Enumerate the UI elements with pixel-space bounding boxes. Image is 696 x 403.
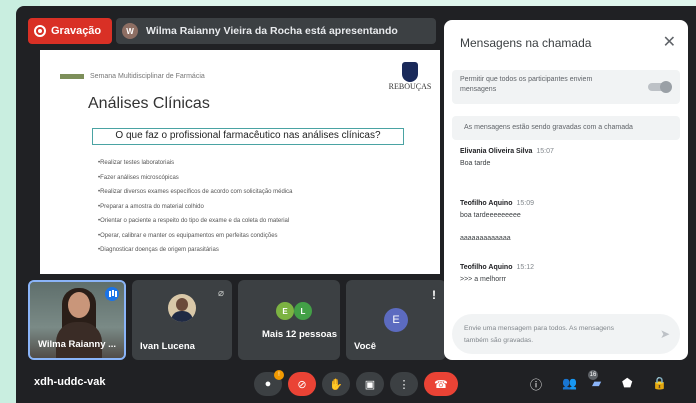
- message-text: aaaaaaaaaaaaa: [460, 235, 511, 242]
- chat-message: Teofilho Aquino 15:09 boa tardeeeeeeeee a…: [460, 200, 534, 242]
- participant-tile-more[interactable]: E L Mais 12 pessoas: [238, 280, 340, 360]
- message-text: Boa tarde: [460, 160, 491, 167]
- raise-hand-button[interactable]: ✋: [322, 372, 350, 396]
- control-bar: xdh-uddc-vak ● ! ⊘ ✋ ▣ ⋮ ☎ ⓘ 👥 16 ▰ ⬟ 🔒: [16, 364, 696, 403]
- message-author: Elivania Oliveira Silva: [460, 148, 533, 155]
- present-button[interactable]: ▣: [356, 372, 384, 396]
- slide-bullet: •Realizar testes laboratoriais: [98, 160, 175, 166]
- slide-title: Análises Clínicas: [88, 95, 210, 112]
- avatar: E: [276, 302, 294, 320]
- camera-off-button[interactable]: ⊘: [288, 372, 316, 396]
- participant-name: Wilma Raianny ...: [38, 339, 117, 350]
- message-author: Teofilho Aquino: [460, 264, 513, 271]
- slide-bullet-list: •Realizar testes laboratoriais •Fazer an…: [98, 156, 293, 258]
- message-time: 15:12: [516, 264, 535, 271]
- meeting-code: xdh-uddc-vak: [34, 376, 106, 388]
- participant-tile-ivan[interactable]: ⌀ Ivan Lucena: [132, 280, 232, 360]
- chat-message: Teofilho Aquino 15:12 >>> a melhorrr: [460, 264, 534, 283]
- presenter-banner: W Wilma Raianny Vieira da Rocha está apr…: [116, 18, 436, 44]
- slide-bullet: •Orientar o paciente a respeito do tipo …: [98, 218, 290, 224]
- presenter-text: Wilma Raianny Vieira da Rocha está apres…: [146, 25, 398, 37]
- slide-header-text: Semana Multidisciplinar de Farmácia: [90, 73, 205, 80]
- more-options-button[interactable]: ⋮: [390, 372, 418, 396]
- speaking-icon: [105, 287, 119, 301]
- slide-header: Semana Multidisciplinar de Farmácia: [60, 73, 205, 80]
- participant-tile-self[interactable]: E ! Você: [346, 280, 446, 360]
- message-text: boa tardeeeeeeeee: [460, 212, 521, 219]
- info-icon[interactable]: ⓘ: [530, 376, 542, 393]
- mic-button[interactable]: ● !: [254, 370, 284, 396]
- slide-bullet: •Realizar diversos exames específicos de…: [98, 189, 293, 195]
- participant-tile-wilma[interactable]: Wilma Raianny ...: [28, 280, 126, 360]
- presenter-avatar: W: [122, 23, 138, 39]
- message-input[interactable]: Envie uma mensagem para todos. As mensag…: [452, 314, 680, 354]
- mic-off-icon: ⌀: [217, 288, 224, 299]
- host-controls-icon[interactable]: 🔒: [652, 376, 667, 390]
- slide-question: O que faz o profissional farmacêutico na…: [92, 128, 404, 145]
- avatar: L: [294, 302, 312, 320]
- message-text: >>> a melhorrr: [460, 276, 507, 283]
- recording-indicator[interactable]: Gravação: [28, 18, 112, 44]
- message-input-placeholder: Envie uma mensagem para todos. As mensag…: [464, 325, 614, 344]
- alert-icon: !: [432, 288, 436, 302]
- chat-title: Mensagens na chamada: [460, 36, 592, 50]
- logo-text: REBOUÇAS: [388, 82, 432, 91]
- saved-notice: As mensagens estão sendo gravadas com a …: [452, 116, 680, 140]
- message-time: 15:09: [516, 200, 535, 207]
- present-icon: ▣: [364, 378, 376, 391]
- message-author: Teofilho Aquino: [460, 200, 513, 207]
- crest-icon: [402, 62, 418, 82]
- allow-messages-toggle[interactable]: [648, 81, 672, 93]
- slide-header-bar: [60, 74, 84, 79]
- slide-bullet: •Operar, calibrar e manter os equipament…: [98, 232, 278, 239]
- participant-name: Ivan Lucena: [140, 341, 195, 352]
- meet-window: Gravação W Wilma Raianny Vieira da Rocha…: [16, 6, 696, 403]
- chat-panel: Mensagens na chamada ✕ Permitir que todo…: [444, 20, 688, 360]
- recording-label: Gravação: [51, 25, 102, 37]
- slide-bullet: •Preparar a amostra do material colhido: [98, 203, 204, 210]
- chat-message: Elivania Oliveira Silva 15:07 Boa tarde: [460, 148, 554, 167]
- mic-icon: ●: [264, 378, 272, 390]
- participant-video-face: [68, 292, 90, 318]
- allow-messages-setting: Permitir que todos os participantes envi…: [452, 70, 680, 104]
- send-icon[interactable]: ➤: [660, 327, 670, 341]
- slide-bullet: •Fazer análises microscópicas: [98, 174, 179, 181]
- slide-bullet: •Diagnosticar doenças de origem parasitá…: [98, 247, 219, 253]
- avatar: [168, 294, 196, 322]
- institution-logo: REBOUÇAS: [388, 62, 432, 102]
- alert-badge-icon: !: [274, 370, 284, 380]
- close-icon[interactable]: ✕: [663, 32, 676, 52]
- participant-name: Você: [354, 341, 377, 352]
- message-time: 15:07: [536, 148, 554, 155]
- camera-off-icon: ⊘: [297, 378, 307, 391]
- shared-slide: Semana Multidisciplinar de Farmácia Anál…: [40, 50, 440, 274]
- allow-messages-label: Permitir que todos os participantes envi…: [460, 76, 593, 93]
- people-icon[interactable]: 👥: [562, 376, 577, 390]
- hangup-icon: ☎: [434, 378, 448, 391]
- record-icon: [34, 25, 46, 37]
- more-vert-icon: ⋮: [398, 378, 410, 391]
- leave-call-button[interactable]: ☎: [424, 372, 458, 396]
- activities-icon[interactable]: ⬟: [622, 376, 632, 390]
- participant-name: Mais 12 pessoas: [262, 329, 337, 340]
- hand-icon: ✋: [329, 378, 343, 391]
- chat-icon[interactable]: ▰: [592, 376, 601, 390]
- avatar: E: [384, 308, 408, 332]
